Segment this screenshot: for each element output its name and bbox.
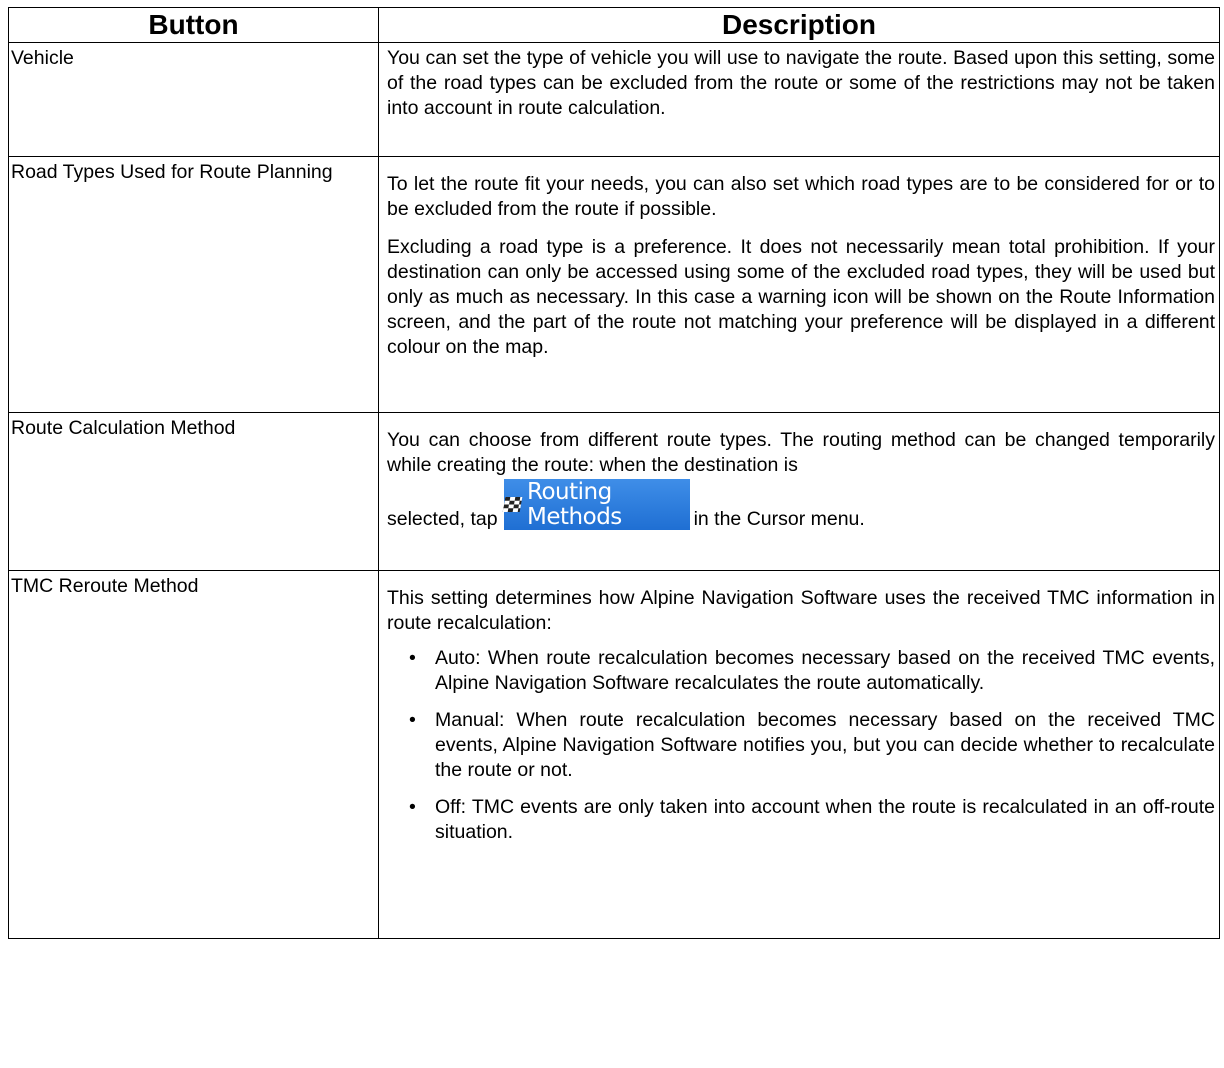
row-description-road-types: To let the route fit your needs, you can… (378, 156, 1220, 413)
routing-methods-label: Routing Methods (527, 478, 622, 530)
description-paragraph: You can choose from different route type… (387, 429, 1215, 476)
row-label-route-calculation: Route Calculation Method (8, 412, 379, 571)
table-row: Vehicle You can set the type of vehicle … (8, 42, 1220, 157)
inline-text-before: selected, tap (387, 508, 498, 530)
row-description-tmc-reroute: This setting determines how Alpine Navig… (378, 570, 1220, 939)
description-paragraph: You can set the type of vehicle you will… (387, 47, 1215, 119)
checkered-flag-icon (502, 497, 523, 512)
row-description-route-calculation: You can choose from different route type… (378, 412, 1220, 571)
bullet-icon: • (409, 647, 416, 669)
tmc-options-list: • Auto: When route recalculation becomes… (387, 646, 1215, 845)
row-label-vehicle: Vehicle (8, 42, 379, 157)
table-row: Route Calculation Method You can choose … (8, 412, 1220, 571)
header-button: Button (8, 7, 379, 43)
option-auto-text: Auto: When route recalculation becomes n… (435, 647, 1215, 694)
description-paragraph: This setting determines how Alpine Navig… (387, 587, 1215, 634)
list-item: • Manual: When route recalculation becom… (387, 708, 1215, 783)
routing-methods-button[interactable]: Routing Methods (502, 478, 690, 530)
inline-instruction: selected, tap Routing Methods in the Cur… (387, 478, 1215, 532)
row-label-tmc-reroute: TMC Reroute Method (8, 570, 379, 939)
bullet-icon: • (409, 796, 416, 818)
row-description-vehicle: You can set the type of vehicle you will… (378, 42, 1220, 157)
option-manual-text: Manual: When route recalculation becomes… (435, 709, 1215, 781)
list-item: • Off: TMC events are only taken into ac… (387, 795, 1215, 845)
row-label-road-types: Road Types Used for Route Planning (8, 156, 379, 413)
list-item: • Auto: When route recalculation becomes… (387, 646, 1215, 696)
table-row: Road Types Used for Route Planning To le… (8, 156, 1220, 413)
table-row: TMC Reroute Method This setting determin… (8, 570, 1220, 939)
settings-table: Button Description Vehicle You can set t… (8, 7, 1220, 939)
bullet-icon: • (409, 709, 416, 731)
option-off-text: Off: TMC events are only taken into acco… (435, 796, 1215, 843)
table-header-row: Button Description (8, 7, 1220, 43)
inline-text-after: in the Cursor menu. (693, 508, 865, 530)
header-description: Description (378, 7, 1220, 43)
description-paragraph: To let the route fit your needs, you can… (387, 173, 1215, 220)
description-paragraph: Excluding a road type is a preference. I… (387, 236, 1215, 358)
